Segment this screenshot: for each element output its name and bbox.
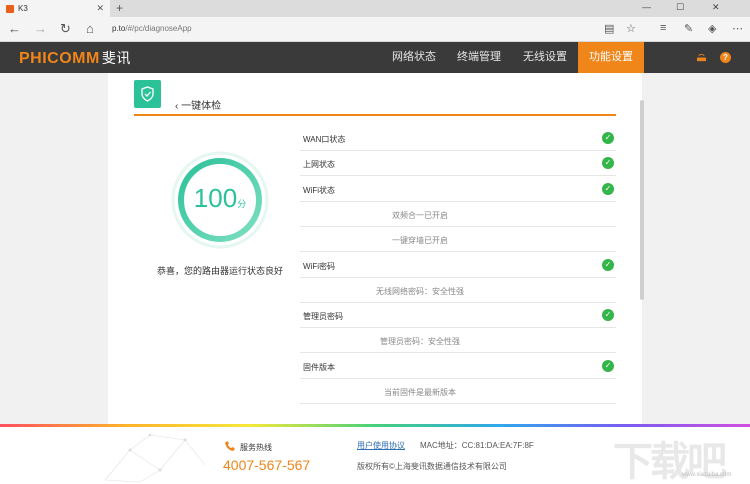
check-detail: 无线网络密码：安全性强 bbox=[376, 286, 464, 296]
refresh-icon[interactable]: ↻ bbox=[60, 21, 71, 37]
url-field[interactable]: p.to/#/pc/diagnoseApp bbox=[112, 24, 192, 33]
check-label: WiFi状态 bbox=[303, 185, 335, 195]
check-detail-row: 双频合一已开启 bbox=[300, 202, 616, 227]
score-gauge: 100分 bbox=[170, 150, 270, 250]
check-detail-row: 管理员密码：安全性强 bbox=[300, 328, 616, 354]
close-icon[interactable]: ✕ bbox=[96, 3, 104, 14]
check-label: WAN口状态 bbox=[303, 135, 346, 144]
check-row: WiFi密码 ✓ bbox=[300, 253, 616, 278]
web-note-icon[interactable]: ✎ bbox=[684, 22, 693, 35]
page-title: 一键体检 bbox=[181, 101, 222, 112]
scrollbar[interactable] bbox=[640, 100, 644, 300]
score-value: 100分 bbox=[193, 183, 247, 213]
router-header: PHICOMM 斐讯 网络状态 终端管理 无线设置 功能设置 ? bbox=[0, 42, 750, 73]
check-circle-icon: ✓ bbox=[602, 182, 614, 195]
status-message: 恭喜，您的路由器运行状态良好 bbox=[156, 266, 283, 276]
more-icon[interactable]: ⋯ bbox=[732, 22, 743, 35]
phicomm-logo: PHICOMM 斐讯 bbox=[19, 50, 131, 67]
nav-terminal-management[interactable]: 终端管理 bbox=[449, 42, 509, 73]
phone-icon bbox=[225, 441, 235, 451]
new-tab-icon[interactable]: + bbox=[116, 1, 123, 15]
hotline-label: 服务热线 bbox=[240, 443, 272, 452]
check-detail: 当前固件是最新版本 bbox=[384, 388, 456, 397]
check-circle-icon: ✓ bbox=[602, 258, 614, 271]
browser-tab[interactable]: K3 ✕ bbox=[0, 0, 110, 17]
check-circle-icon: ✓ bbox=[602, 157, 614, 170]
check-row: 固件版本 ✓ bbox=[300, 354, 616, 379]
hotline-number: 4007-567-567 bbox=[223, 457, 311, 473]
share-icon[interactable]: ◈ bbox=[708, 22, 716, 35]
phicomm-favicon-icon bbox=[6, 4, 14, 13]
check-label: 上网状态 bbox=[303, 160, 335, 170]
check-row: 上网状态 ✓ bbox=[300, 151, 616, 177]
check-circle-icon: ✓ bbox=[602, 132, 614, 144]
check-detail-row: 当前固件是最新版本 bbox=[300, 379, 616, 404]
check-detail: 双频合一已开启 bbox=[392, 210, 448, 220]
forward-icon[interactable]: → bbox=[34, 21, 47, 36]
check-row: WAN口状态 ✓ bbox=[300, 126, 616, 151]
rainbow-divider bbox=[0, 424, 750, 427]
copyright: 版权所有©上海斐讯数据通信技术有限公司 bbox=[357, 462, 507, 471]
check-row: WiFi状态 ✓ bbox=[300, 177, 616, 202]
title-divider bbox=[134, 114, 616, 116]
favorite-star-icon[interactable]: ☆ bbox=[626, 22, 636, 35]
watermark-url: www.xiazaiba.com bbox=[682, 472, 732, 478]
help-icon[interactable]: ? bbox=[720, 52, 731, 63]
hub-icon[interactable]: ≡ bbox=[660, 22, 666, 34]
reading-view-icon[interactable]: ▤ bbox=[604, 22, 614, 35]
check-label: 管理员密码 bbox=[303, 312, 343, 322]
router-icon[interactable] bbox=[696, 52, 707, 63]
window-close-icon[interactable]: ✕ bbox=[712, 2, 720, 13]
check-row: 管理员密码 ✓ bbox=[300, 303, 616, 329]
shield-icon bbox=[141, 86, 154, 102]
back-icon[interactable]: ← bbox=[8, 21, 21, 36]
browser-tab-bar: K3 ✕ + — ☐ ✕ bbox=[0, 0, 750, 17]
tab-title: K3 bbox=[18, 4, 28, 13]
maximize-icon[interactable]: ☐ bbox=[676, 2, 684, 13]
nav-network-status[interactable]: 网络状态 bbox=[384, 42, 444, 73]
user-agreement-link[interactable]: 用户使用协议 bbox=[357, 440, 405, 451]
back-link[interactable]: ‹ 一键体检 bbox=[175, 97, 221, 112]
minimize-icon[interactable]: — bbox=[642, 2, 651, 12]
check-circle-icon: ✓ bbox=[602, 309, 614, 322]
diagnose-badge bbox=[134, 80, 161, 108]
nav-function-settings[interactable]: 功能设置 bbox=[578, 42, 644, 73]
check-label: WiFi密码 bbox=[303, 261, 335, 271]
home-icon[interactable]: ⌂ bbox=[86, 21, 94, 36]
check-detail: 一键穿墙已开启 bbox=[392, 236, 448, 246]
footer: 服务热线 4007-567-567 用户使用协议 MAC地址：CC:81:DA:… bbox=[0, 424, 750, 484]
network-decoration-icon bbox=[104, 433, 206, 483]
address-bar: ← → ↻ ⌂ p.to/#/pc/diagnoseApp ▤ ☆ ≡ ✎ ◈ … bbox=[0, 17, 750, 42]
check-circle-icon: ✓ bbox=[602, 359, 614, 372]
nav-wireless-settings[interactable]: 无线设置 bbox=[514, 42, 576, 73]
check-detail-row: 无线网络密码：安全性强 bbox=[300, 278, 616, 303]
check-detail: 管理员密码：安全性强 bbox=[380, 337, 460, 347]
check-label: 固件版本 bbox=[303, 362, 335, 372]
mac-address: MAC地址：CC:81:DA:EA:7F:8F bbox=[420, 441, 534, 450]
check-detail-row: 一键穿墙已开启 bbox=[300, 227, 616, 253]
